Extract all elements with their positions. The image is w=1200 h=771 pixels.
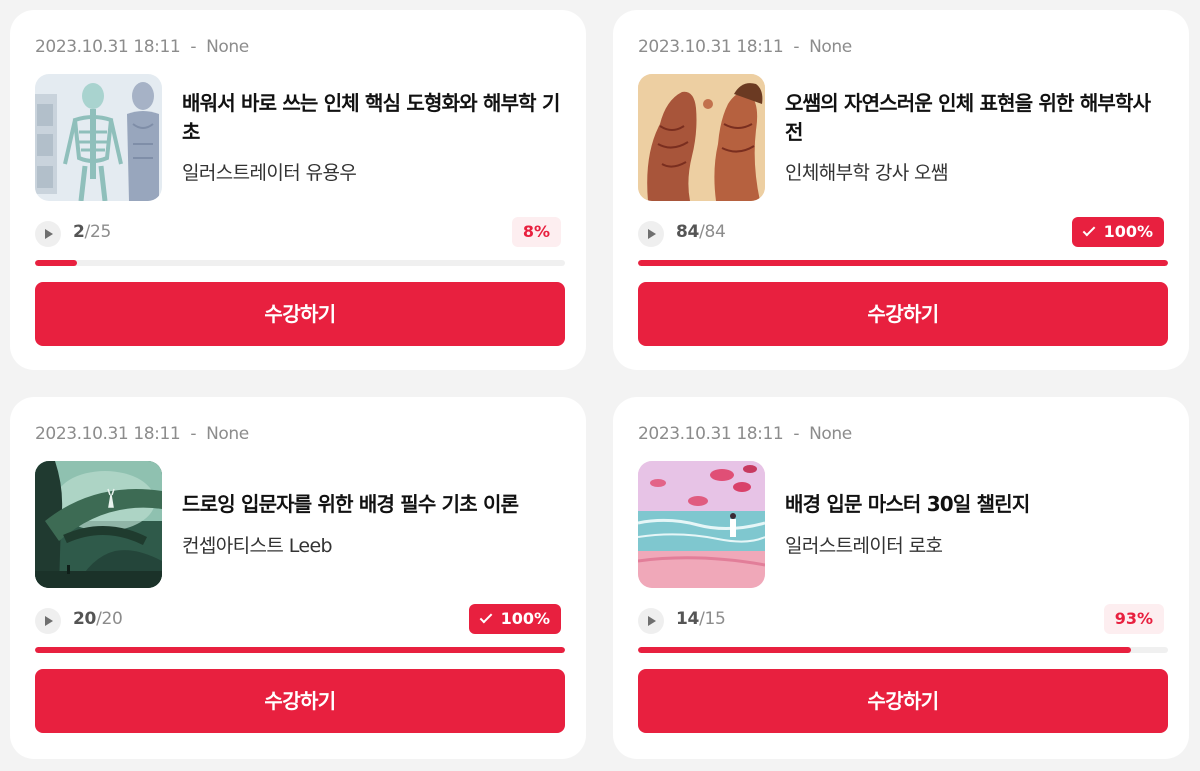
- check-icon: [479, 610, 492, 624]
- course-date: 2023.10.31 18:11: [35, 37, 181, 57]
- course-title[interactable]: 드로잉 입문자를 위한 배경 필수 기초 이론: [182, 490, 562, 519]
- course-title[interactable]: 오쌤의 자연스러운 인체 표현을 위한 해부학사전: [785, 89, 1165, 147]
- course-meta: 2023.10.31 18:11- None: [35, 37, 249, 57]
- play-icon: [35, 221, 61, 247]
- progress-badge: 100%: [1071, 217, 1164, 247]
- course-author: 일러스트레이터 유용우: [182, 162, 357, 184]
- anatomy-figures-thumbnail[interactable]: [638, 74, 765, 201]
- course-title[interactable]: 배경 입문 마스터 30일 챌린지: [785, 490, 1165, 519]
- start-course-button[interactable]: 수강하기: [35, 669, 565, 733]
- start-course-button[interactable]: 수강하기: [638, 669, 1168, 733]
- meta-separator: -: [190, 37, 197, 57]
- progress-badge: 8%: [511, 217, 561, 247]
- lesson-count: 84/84: [676, 222, 726, 242]
- check-icon: [1082, 223, 1095, 237]
- meta-separator: -: [190, 424, 197, 444]
- play-icon: [35, 608, 61, 634]
- progress-bar: [35, 647, 565, 653]
- anatomy-skeleton-thumbnail[interactable]: [35, 74, 162, 201]
- play-icon: [638, 221, 664, 247]
- progress-badge: 100%: [468, 604, 561, 634]
- course-date: 2023.10.31 18:11: [638, 424, 784, 444]
- course-title[interactable]: 배워서 바로 쓰는 인체 핵심 도형화와 해부학 기초: [182, 89, 562, 147]
- lesson-count: 14/15: [676, 609, 726, 629]
- lesson-count: 20/20: [73, 609, 123, 629]
- progress-bar: [638, 260, 1168, 266]
- seaside-scene-thumbnail[interactable]: [638, 461, 765, 588]
- lessons-total: /15: [699, 609, 726, 629]
- lesson-count: 2/25: [73, 222, 111, 242]
- course-status: None: [206, 37, 249, 57]
- progress-bar: [35, 260, 565, 266]
- lessons-done: 14: [676, 609, 700, 629]
- course-meta: 2023.10.31 18:11- None: [638, 37, 852, 57]
- lessons-total: /20: [96, 609, 123, 629]
- progress-bar: [638, 647, 1168, 653]
- meta-separator: -: [793, 424, 800, 444]
- course-card: 2023.10.31 18:11- None 배워서 바로 쓰는 인체 핵심 도형…: [10, 10, 586, 370]
- course-author: 일러스트레이터 로호: [785, 535, 943, 557]
- progress-percent: 93%: [1114, 609, 1153, 628]
- lessons-done: 20: [73, 609, 97, 629]
- course-author: 인체해부학 강사 오쌤: [785, 162, 948, 184]
- meta-separator: -: [793, 37, 800, 57]
- course-meta: 2023.10.31 18:11- None: [638, 424, 852, 444]
- progress-fill: [35, 260, 78, 266]
- course-card: 2023.10.31 18:11- None 배경 입문 마스터 30일 챌린지 …: [613, 397, 1189, 759]
- course-date: 2023.10.31 18:11: [35, 424, 181, 444]
- course-status: None: [206, 424, 249, 444]
- start-course-button[interactable]: 수강하기: [638, 282, 1168, 346]
- course-meta: 2023.10.31 18:11- None: [35, 424, 249, 444]
- lessons-done: 84: [676, 222, 700, 242]
- progress-fill: [638, 260, 1168, 266]
- lessons-total: /84: [699, 222, 726, 242]
- progress-badge: 93%: [1103, 604, 1164, 634]
- start-course-button[interactable]: 수강하기: [35, 282, 565, 346]
- lessons-total: /25: [84, 222, 112, 242]
- course-card: 2023.10.31 18:11- None 드로잉 입문자를 위한 배경 필수 …: [10, 397, 586, 759]
- progress-fill: [35, 647, 565, 653]
- course-date: 2023.10.31 18:11: [638, 37, 784, 57]
- course-author: 컨셉아티스트 Leeb: [182, 535, 333, 557]
- play-icon: [638, 608, 664, 634]
- lessons-done: 2: [73, 222, 85, 242]
- course-status: None: [809, 37, 852, 57]
- progress-percent: 100%: [500, 609, 550, 628]
- progress-percent: 8%: [522, 222, 550, 241]
- progress-percent: 100%: [1103, 222, 1153, 241]
- course-status: None: [809, 424, 852, 444]
- progress-fill: [638, 647, 1131, 653]
- course-card: 2023.10.31 18:11- None 오쌤의 자연스러운 인체 표현을 위…: [613, 10, 1189, 370]
- forest-scene-thumbnail[interactable]: [35, 461, 162, 588]
